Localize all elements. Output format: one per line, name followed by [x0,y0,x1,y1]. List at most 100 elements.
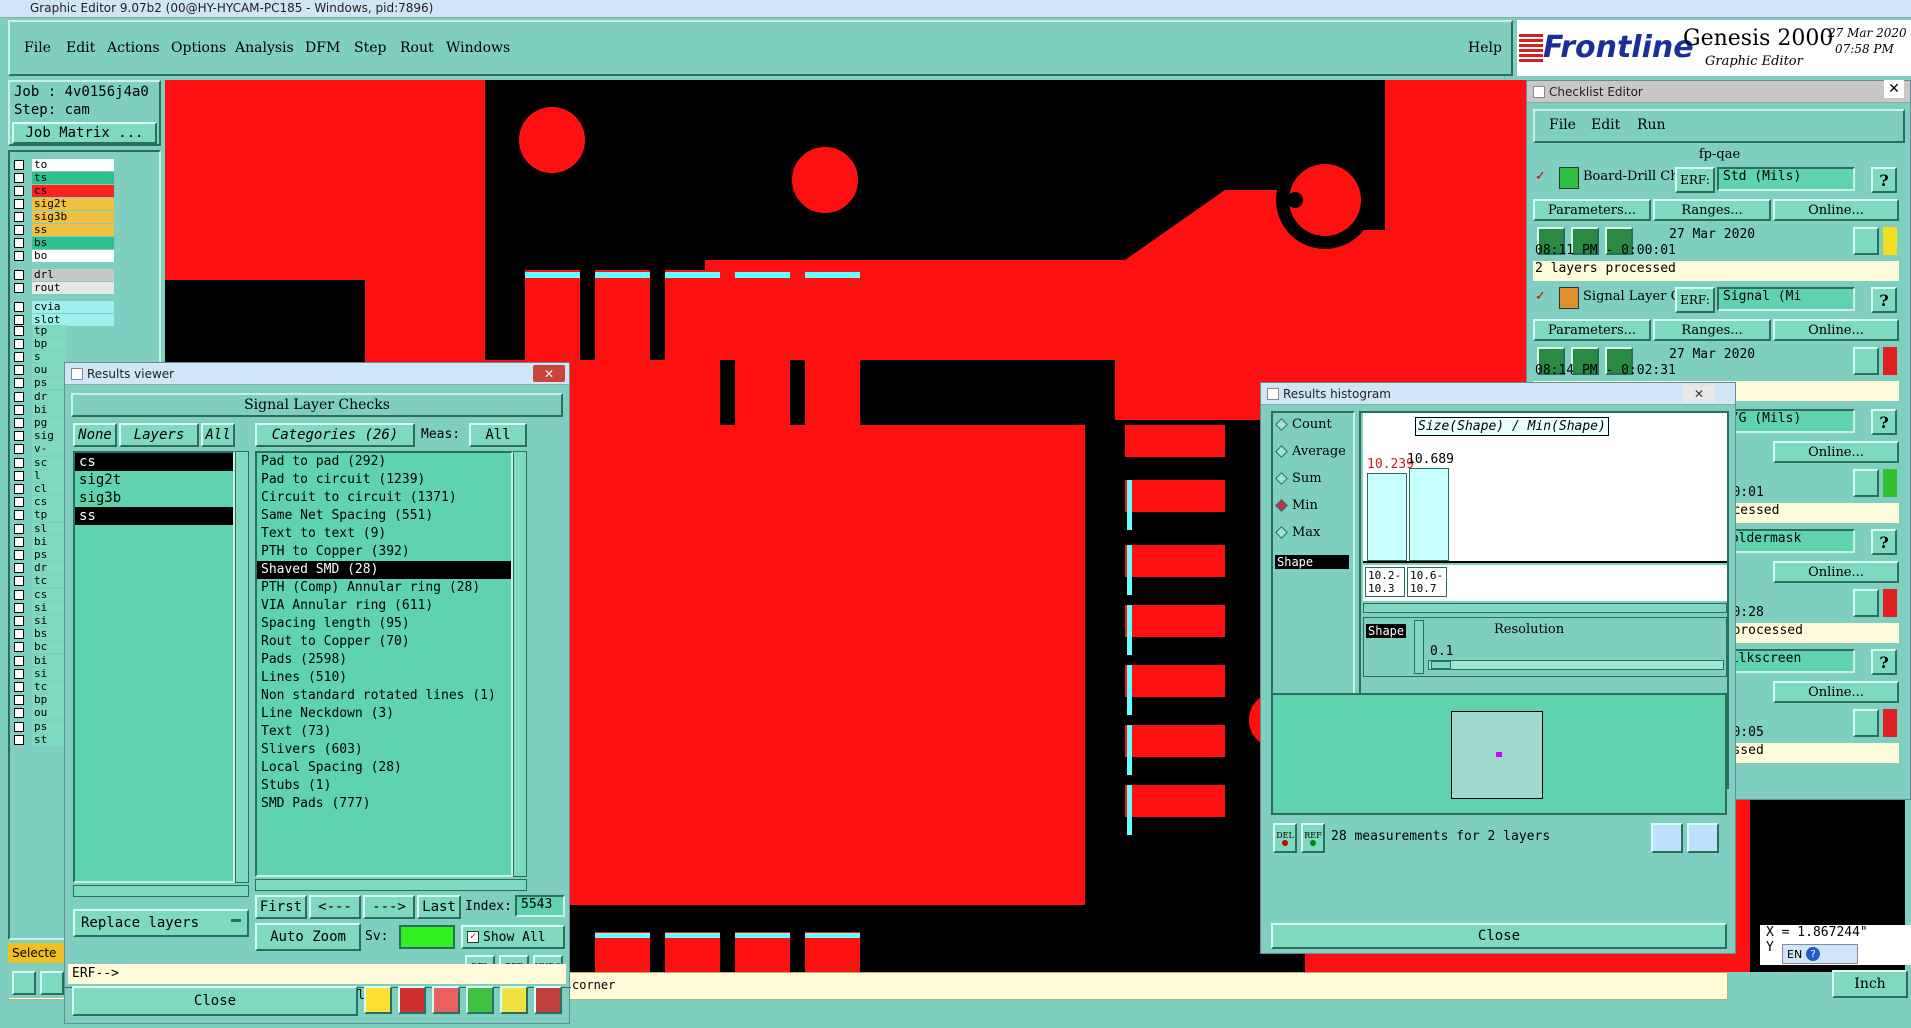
category-item[interactable]: VIA Annular ring (611) [257,597,511,615]
layer-checkbox[interactable] [14,404,24,415]
layer-checkbox[interactable] [14,282,24,293]
menu-analysis[interactable]: Analysis [235,40,294,56]
index-field[interactable]: 5543 [515,895,565,917]
layer-row[interactable]: ps [10,377,70,390]
checklist-titlebar[interactable]: Checklist Editor [1527,81,1910,103]
histogram-option[interactable]: Average [1275,444,1346,459]
list-item[interactable]: ss [75,507,233,525]
category-item[interactable]: Pad to circuit (1239) [257,471,511,489]
layer-checkbox[interactable] [14,351,24,362]
notes-icon[interactable] [500,986,528,1014]
resolution-slider[interactable] [1428,660,1724,670]
close-icon[interactable]: ✕ [1683,385,1715,402]
layer-checkbox[interactable] [14,198,24,209]
layer-row[interactable]: drl [10,268,122,281]
layer-checkbox[interactable] [14,536,24,547]
zoom-fit-icon[interactable] [1687,823,1719,853]
help-icon[interactable]: ? [1871,409,1897,435]
layer-checkbox[interactable] [14,721,24,732]
layer-row[interactable]: tp [10,509,70,522]
help-icon[interactable]: ? [1871,287,1897,313]
layer-checkbox[interactable] [14,695,24,706]
resolution-scrollbar[interactable] [1414,620,1424,674]
histogram-bar[interactable] [1409,468,1449,561]
report-icon[interactable] [398,986,426,1014]
layer-row[interactable]: cvia [10,300,122,313]
menu-options[interactable]: Options [171,40,226,56]
histogram-del-button[interactable]: DEL [1273,823,1297,853]
unit-button[interactable]: Inch [1832,970,1908,998]
categories-button[interactable]: Categories (26) [255,423,415,447]
menu-step[interactable]: Step [354,40,386,56]
prev-button[interactable]: <--- [309,895,361,919]
layer-row[interactable]: ou [10,364,70,377]
erf-button[interactable]: ERF: [1675,287,1715,313]
replace-layers-button[interactable]: Replace layers [73,909,249,937]
layer-checkbox[interactable] [14,314,24,325]
erf-param-field[interactable]: P/G (Mils) [1717,409,1855,433]
histogram-hscrollbar[interactable] [1363,603,1727,613]
layer-row[interactable]: ou [10,707,70,720]
layer-row[interactable]: cl [10,482,70,495]
check-icon[interactable]: ✓ [1535,169,1549,184]
list-item[interactable]: cs [75,453,233,471]
layer-checkbox[interactable] [14,708,24,719]
ranges-button[interactable]: Ranges... [1653,319,1771,341]
menu-file[interactable]: File [24,40,51,56]
histogram-icon[interactable] [534,986,562,1014]
show-all-checkbox[interactable]: ✓ Show All [461,925,565,949]
layer-row[interactable]: bc [10,641,70,654]
layer-checkbox[interactable] [14,417,24,428]
histogram-option[interactable]: Min [1275,498,1318,513]
categories-list[interactable]: Pad to pad (292) Pad to circuit (1239) Cir… [255,451,513,877]
layer-row[interactable]: cs [10,496,70,509]
layer-row[interactable]: to [10,158,122,171]
erf-button[interactable]: ERF: [1675,167,1715,193]
menu-help[interactable]: Help [1468,40,1502,56]
stop-icon[interactable] [364,986,392,1014]
layer-checkbox[interactable] [14,510,24,521]
next-button[interactable]: ---> [363,895,415,919]
shape-list-item[interactable]: Shape [1275,555,1349,569]
menu-edit[interactable]: Edit [66,40,95,56]
zoom-icon[interactable] [1853,709,1879,737]
layer-list-hscrollbar[interactable] [73,885,249,897]
layer-checkbox[interactable] [14,457,24,468]
erf-param-field[interactable]: Signal (Mi [1717,287,1855,311]
layer-checkbox[interactable] [14,668,24,679]
layer-row[interactable]: sig [10,430,70,443]
layer-checkbox[interactable] [14,365,24,376]
erf-prompt[interactable]: ERF--> [68,964,566,984]
layer-checkbox[interactable] [14,470,24,481]
parameters-button[interactable]: Parameters... [1533,319,1651,341]
zoom-icon[interactable] [1853,589,1879,617]
ranges-button[interactable]: Ranges... [1653,199,1771,221]
online-button[interactable]: Online... [1773,681,1899,703]
last-button[interactable]: Last [417,895,461,919]
layer-checkbox[interactable] [14,172,24,183]
online-button[interactable]: Online... [1773,199,1899,221]
histogram-option[interactable]: Max [1275,525,1320,540]
erf-param-field[interactable]: Silkscreen [1717,649,1855,673]
first-button[interactable]: First [255,895,307,919]
layer-row[interactable]: si [10,614,70,627]
histogram-option[interactable]: Count [1275,417,1332,432]
layer-checkbox[interactable] [14,681,24,692]
layer-row[interactable]: ts [10,171,122,184]
layer-row[interactable]: bi [10,403,70,416]
checklist-menu-run[interactable]: Run [1637,117,1666,133]
job-matrix-button[interactable]: Job Matrix ... [12,122,157,144]
meas-select[interactable]: All [469,423,527,447]
layer-row[interactable]: sl [10,522,70,535]
erf-param-field[interactable]: Soldermask [1717,529,1855,553]
layer-checkbox[interactable] [14,629,24,640]
category-item[interactable]: Circuit to circuit (1371) [257,489,511,507]
close-icon[interactable]: ✕ [533,365,565,382]
layer-row[interactable]: v- [10,443,70,456]
results-close-button[interactable]: Close [72,986,358,1016]
layer-checkbox[interactable] [14,483,24,494]
layer-checkbox[interactable] [14,431,24,442]
category-item[interactable]: Lines (510) [257,669,511,687]
layer-checkbox[interactable] [14,338,24,349]
online-button[interactable]: Online... [1773,319,1899,341]
